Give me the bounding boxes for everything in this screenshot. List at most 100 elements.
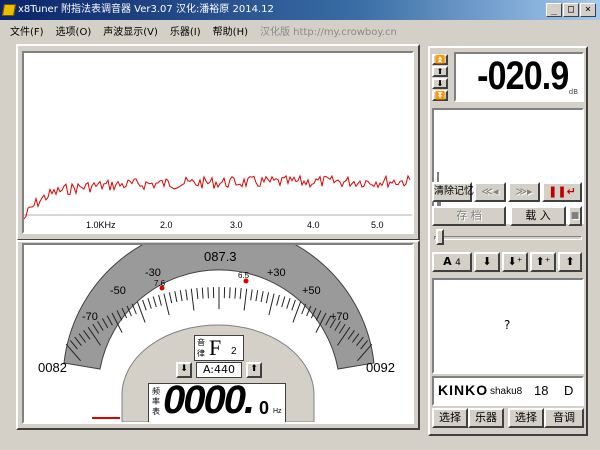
- scale-label-p70: +70: [330, 311, 349, 323]
- scale-tick: [147, 297, 152, 309]
- pause-button[interactable]: ❚❚↵: [542, 182, 582, 202]
- select-instrument-button[interactable]: 选择: [432, 408, 468, 428]
- slider-thumb[interactable]: [436, 229, 444, 245]
- scale-label-m30: -30: [145, 267, 161, 279]
- down-arrow-button[interactable]: ⬇: [474, 252, 500, 272]
- a-number: 4: [455, 258, 461, 268]
- note-label-1: 音: [197, 338, 205, 347]
- stop-button[interactable]: ■: [568, 206, 582, 226]
- info-question: ?: [504, 318, 511, 332]
- note-name: F: [209, 335, 222, 360]
- note-box: 音 律 F 2: [194, 335, 244, 361]
- frequency-unit: Hz: [273, 408, 282, 415]
- minimize-button[interactable]: _: [546, 3, 562, 17]
- scale-tick: [276, 294, 280, 306]
- scale-tick: [250, 289, 253, 301]
- tuner-gauge: 087.3 -30 +30 -50 +50 -70 +70 7.6 6.5 00…: [22, 243, 414, 424]
- menu-bar: 文件(F) 选项(O) 声波显示(V) 乐器(I) 帮助(H) 汉化版 http…: [0, 20, 600, 40]
- instrument-key: D: [564, 383, 574, 398]
- low-frequency-label: 0082: [38, 360, 67, 375]
- frequency-value: 0000.: [163, 378, 255, 422]
- scale-tick: [174, 291, 178, 303]
- menu-instrument[interactable]: 乐器(I): [170, 23, 201, 38]
- tick-label-1khz: 1.0KHz: [86, 220, 116, 230]
- db-unit: dB: [568, 88, 578, 96]
- menu-file[interactable]: 文件(F): [10, 23, 44, 38]
- menu-help[interactable]: 帮助(H): [213, 23, 248, 38]
- instrument-brand: KINKO: [438, 382, 489, 398]
- instrument-button[interactable]: 乐器: [468, 408, 504, 428]
- app-icon: [1, 4, 17, 16]
- scale-tick: [260, 291, 264, 303]
- scale-tick: [281, 296, 286, 308]
- spectrum-waveform: [24, 174, 411, 220]
- a4-up-button[interactable]: ⬆: [246, 362, 262, 378]
- scale-tick: [268, 293, 275, 316]
- slider-track[interactable]: [434, 236, 582, 240]
- load-button[interactable]: 载 入: [510, 206, 566, 226]
- marker-label-left: 7.6: [154, 279, 166, 288]
- down-plus-button[interactable]: ⬇⁺: [502, 252, 528, 272]
- window-title: x8Tuner 附指法表调音器 Ver3.07 汉化:潘裕原 2014.12: [18, 4, 274, 15]
- db-up-fast-icon[interactable]: ⏫: [432, 54, 448, 65]
- scale-tick: [185, 289, 188, 301]
- tick-label-3: 3.0: [230, 220, 243, 230]
- center-frequency: 087.3: [204, 249, 237, 264]
- up-arrow-button[interactable]: ⬆: [558, 252, 582, 272]
- tick-label-5: 5.0: [371, 220, 384, 230]
- high-frequency-label: 0092: [366, 360, 395, 375]
- tick-label-2: 2.0: [160, 220, 173, 230]
- scale-tick: [207, 287, 209, 299]
- scale-label-p30: +30: [267, 267, 286, 279]
- save-button[interactable]: 存 档: [432, 206, 506, 226]
- up-plus-button[interactable]: ⬆⁺: [530, 252, 556, 272]
- select-key-button[interactable]: 选择: [508, 408, 544, 428]
- scale-label-m70: -70: [82, 311, 98, 323]
- menu-options[interactable]: 选项(O): [56, 23, 92, 38]
- scale-tick: [239, 288, 242, 300]
- scale-tick: [301, 303, 307, 315]
- scale-tick: [179, 290, 183, 302]
- instrument-display: KINKO shaku8 18 D: [432, 376, 584, 406]
- scale-tick: [158, 294, 162, 306]
- freq-label-3: 表: [152, 407, 160, 416]
- db-down-icon[interactable]: ⬇: [432, 78, 448, 89]
- rewind-button[interactable]: ≪◂: [474, 182, 506, 202]
- title-bar: x8Tuner 附指法表调音器 Ver3.07 汉化:潘裕原 2014.12 _…: [0, 0, 600, 20]
- a4-down-button[interactable]: ⬇: [176, 362, 192, 378]
- scale-tick: [190, 288, 195, 311]
- scale-tick: [234, 287, 237, 299]
- scale-tick: [142, 299, 147, 311]
- instrument-name: shaku8: [490, 386, 523, 397]
- scale-tick: [291, 299, 296, 311]
- scale-tick: [131, 303, 137, 315]
- scale-tick: [243, 288, 248, 311]
- db-value: -020.9: [476, 54, 569, 98]
- scale-label-p50: +50: [302, 285, 321, 297]
- scale-tick: [229, 287, 231, 299]
- scale-tick: [286, 297, 291, 309]
- scale-tick: [265, 292, 270, 304]
- db-down-fast-icon[interactable]: ⏬: [432, 90, 448, 101]
- a-octave-control[interactable]: A 4: [432, 252, 472, 272]
- frequency-decimal: 0: [259, 398, 270, 418]
- scale-tick: [255, 290, 259, 302]
- scale-tick: [168, 292, 173, 304]
- scale-tick: [152, 296, 157, 308]
- key-button[interactable]: 音调: [544, 408, 584, 428]
- scale-tick: [163, 293, 170, 316]
- db-adjust-buttons: ⏫ ⬆ ⬇ ⏬: [432, 54, 450, 102]
- a4-reference: A:440: [196, 362, 242, 378]
- menu-wave-display[interactable]: 声波显示(V): [103, 23, 158, 38]
- note-octave: 2: [231, 346, 237, 357]
- fingering-info: ?: [432, 278, 584, 374]
- note-label-2: 律: [197, 349, 205, 358]
- forward-button[interactable]: ≫▸: [508, 182, 540, 202]
- clear-memory-button[interactable]: 清除记忆: [432, 182, 474, 202]
- spectrum-display: 1.0KHz 2.0 3.0 4.0 5.0: [22, 51, 414, 234]
- maximize-button[interactable]: □: [563, 3, 579, 17]
- scale-label-m50: -50: [110, 285, 126, 297]
- close-button[interactable]: ×: [580, 3, 596, 17]
- instrument-number: 18: [534, 383, 549, 398]
- db-up-icon[interactable]: ⬆: [432, 66, 448, 77]
